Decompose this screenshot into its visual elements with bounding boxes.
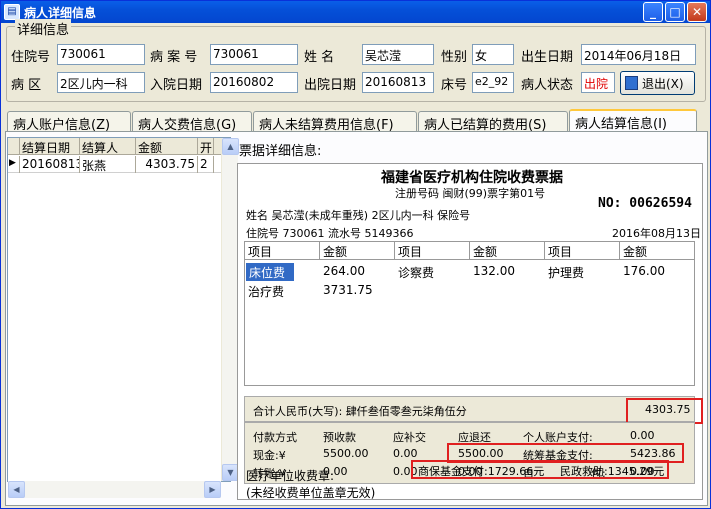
receipt-admission-line: 住院号 730061 流水号 5149366 xyxy=(246,227,414,240)
gender-label: 性别 xyxy=(441,50,468,65)
case-no-field[interactable]: 730061 xyxy=(210,44,298,65)
bill-header: 项目 xyxy=(545,242,620,260)
pay-method-header: 付款方式 xyxy=(253,431,297,444)
footer-note: (未经收费单位盖章无效) xyxy=(246,486,376,500)
bill-header: 金额 xyxy=(470,242,545,260)
cell-settle-date: 20160813 xyxy=(22,156,80,173)
scroll-left-icon[interactable]: ◀ xyxy=(8,481,25,498)
bed-field[interactable]: e2_92 xyxy=(472,72,514,93)
tab-account[interactable]: 病人账户信息(Z) xyxy=(7,111,131,133)
pay-cash-label: 现金:¥ xyxy=(253,449,286,462)
receipt-panel-title: 票据详细信息: xyxy=(239,144,322,159)
receipt-panel: 票据详细信息: 福建省医疗机构住院收费票据 注册号码 闽财(99)票字第01号 … xyxy=(237,137,703,500)
bill-item: 治疗费 xyxy=(248,285,285,299)
table-row[interactable]: ▶ 20160813 张燕 4303.75 2 xyxy=(8,156,230,173)
pay-personal-value: 0.00 xyxy=(630,429,655,442)
bill-header: 项目 xyxy=(245,242,320,260)
admit-date-label: 入院日期 xyxy=(150,78,203,93)
status-label: 病人状态 xyxy=(521,78,574,93)
tab-settlement-info[interactable]: 病人结算信息(I) xyxy=(569,109,697,132)
col-amount[interactable]: 金额 xyxy=(136,138,198,155)
cell-amount: 4303.75 xyxy=(136,156,198,173)
admission-no-field[interactable]: 730061 xyxy=(57,44,145,65)
case-no-label: 病 案 号 xyxy=(150,50,198,65)
row-pointer-icon: ▶ xyxy=(8,156,20,173)
bill-amount: 132.00 xyxy=(473,264,515,278)
pay-cash-prepaid: 5500.00 xyxy=(323,447,369,460)
subsidy-highlight xyxy=(411,460,669,479)
door-exit-icon xyxy=(625,76,638,90)
gender-field[interactable]: 女 xyxy=(472,44,514,65)
admit-date-field[interactable]: 20160802 xyxy=(210,72,298,93)
grid-header: 结算日期 结算人 金额 开 xyxy=(8,138,230,155)
receipt-name-line: 姓名 吴芯滢(未成年重残) 2区儿内一科 保险号 xyxy=(246,209,471,222)
bill-amount: 176.00 xyxy=(623,264,665,278)
receipt-date: 2016年08月13日 xyxy=(612,227,701,240)
tab-payments[interactable]: 病人交费信息(G) xyxy=(132,111,252,133)
admission-no-label: 住院号 xyxy=(11,50,51,65)
col-settle-date[interactable]: 结算日期 xyxy=(20,138,80,155)
exit-button[interactable]: 退出(X) xyxy=(620,71,695,95)
settlement-grid: 结算日期 结算人 金额 开 ▶ 20160813 张燕 4303.75 2 ▲ … xyxy=(7,137,239,498)
scroll-right-icon[interactable]: ▶ xyxy=(204,481,221,498)
bill-item: 护理费 xyxy=(548,266,585,280)
col-settle-person[interactable]: 结算人 xyxy=(80,138,136,155)
maximize-button[interactable]: □ xyxy=(665,2,685,22)
bill-amount: 264.00 xyxy=(323,264,365,278)
receipt-reg-line: 注册号码 闽财(99)票字第01号 xyxy=(395,187,546,200)
ward-label: 病 区 xyxy=(11,78,42,93)
receipt-title: 福建省医疗机构住院收费票据 xyxy=(381,170,563,186)
total-label: 合计人民币(大写): 肆仟叁佰零叁元柒角伍分 xyxy=(253,405,467,418)
grid-vertical-scrollbar[interactable]: ▲ ▼ xyxy=(221,138,239,481)
cell-extra: 2 xyxy=(198,156,214,173)
grid-horizontal-scrollbar[interactable]: ◀ ▶ xyxy=(8,481,221,498)
tab-unsettled[interactable]: 病人未结算费用信息(F) xyxy=(253,111,417,133)
ward-field[interactable]: 2区儿内一科 xyxy=(57,72,145,93)
bill-amount: 3731.75 xyxy=(323,283,373,297)
total-highlight xyxy=(626,398,703,424)
minimize-button[interactable]: _ xyxy=(643,2,663,22)
pay-supplement-header: 应补交 xyxy=(393,431,426,444)
details-group-title: 详细信息 xyxy=(15,19,72,38)
birth-field[interactable]: 2014年06月18日 xyxy=(581,44,696,65)
receipt-document: 福建省医疗机构住院收费票据 注册号码 闽财(99)票字第01号 NO: 0062… xyxy=(237,163,703,500)
pay-cash-supplement: 0.00 xyxy=(393,447,418,460)
title-bar: ▤ 病人详细信息 _ □ ✕ xyxy=(1,1,710,23)
receipt-number: NO: 00626594 xyxy=(598,196,692,211)
cell-settle-person: 张燕 xyxy=(80,156,136,173)
name-label: 姓 名 xyxy=(304,50,335,65)
exit-button-label: 退出(X) xyxy=(642,77,684,91)
bill-header: 项目 xyxy=(395,242,470,260)
pay-prepaid-header: 预收款 xyxy=(323,431,356,444)
status-field[interactable]: 出院 xyxy=(581,72,615,93)
tab-strip: 病人账户信息(Z) 病人交费信息(G) 病人未结算费用信息(F) 病人已结算的费… xyxy=(5,109,708,133)
col-extra[interactable]: 开 xyxy=(198,138,214,155)
bed-label: 床号 xyxy=(441,78,468,93)
bill-item: 诊察费 xyxy=(398,266,435,280)
app-icon: ▤ xyxy=(4,4,20,20)
discharge-date-label: 出院日期 xyxy=(304,78,357,93)
patient-detail-window: ▤ 病人详细信息 _ □ ✕ 详细信息 住院号 730061 病 案 号 730… xyxy=(0,0,711,509)
name-field[interactable]: 吴芯滢 xyxy=(362,44,434,65)
bill-item[interactable]: 床位费 xyxy=(246,263,294,281)
footer-stamp: 医疗单位收费章: xyxy=(246,469,335,483)
bill-header: 金额 xyxy=(320,242,395,260)
bill-header: 金额 xyxy=(620,242,694,260)
tab-settled[interactable]: 病人已结算的费用(S) xyxy=(418,111,568,133)
close-button[interactable]: ✕ xyxy=(687,2,707,22)
discharge-date-field[interactable]: 20160813 xyxy=(362,72,434,93)
birth-label: 出生日期 xyxy=(521,50,574,65)
bill-table: 项目 金额 项目 金额 项目 金额 床位费 264.00 诊察费 132.00 … xyxy=(244,241,695,386)
